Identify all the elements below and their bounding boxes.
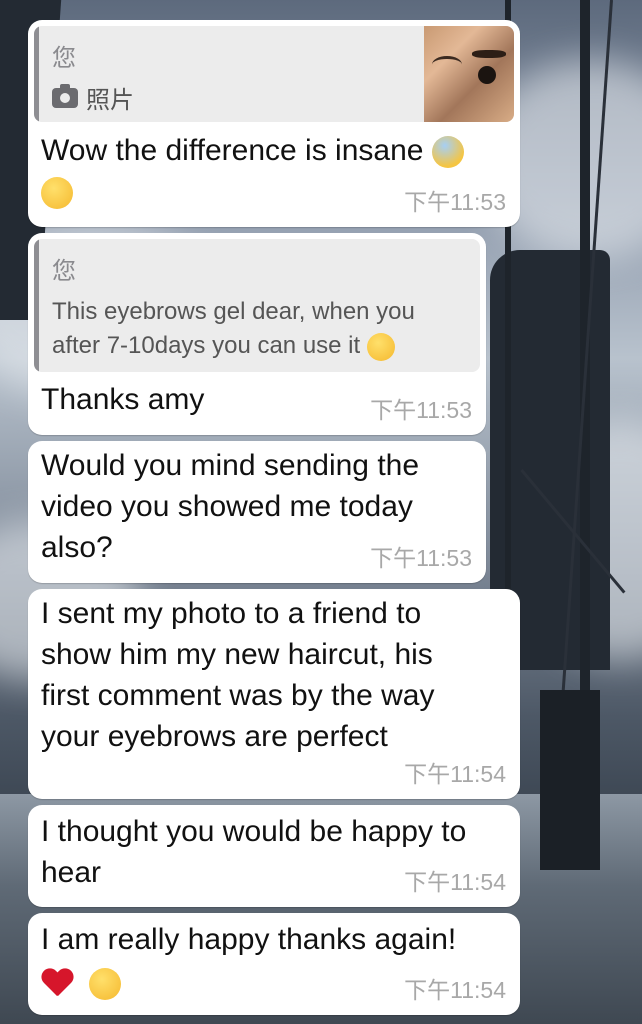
quote-author: 您 xyxy=(52,258,76,285)
heart-eyes-emoji xyxy=(41,177,73,210)
message-text: I sent my photo to a friend to show him … xyxy=(41,597,435,753)
message-bubble[interactable]: Would you mind sending the video you sho… xyxy=(28,441,486,583)
message-text: Thanks amy xyxy=(41,383,205,416)
quote-text: This eyebrows gel dear, when you after 7… xyxy=(52,298,415,361)
photo-label-text: 照片 xyxy=(86,87,134,114)
photo-thumbnail[interactable] xyxy=(424,26,514,122)
message-timestamp: 下午11:54 xyxy=(404,761,506,787)
message-bubble[interactable]: 您 照片 Wow the difference is insane 下午11:5… xyxy=(28,20,520,227)
message-timestamp: 下午11:53 xyxy=(370,397,472,423)
message-text: I thought you would be happy to hear xyxy=(41,815,467,889)
message-text: I am really happy thanks again! xyxy=(41,919,456,1003)
quote-author: 您 xyxy=(52,45,76,72)
message-timestamp: 下午11:53 xyxy=(404,189,506,215)
red-heart-emoji xyxy=(41,969,73,999)
message-bubble[interactable]: I am really happy thanks again! 下午11:54 xyxy=(28,913,520,1015)
chat-thread[interactable]: 您 照片 Wow the difference is insane 下午11:5… xyxy=(0,0,642,1024)
hugging-face-emoji xyxy=(366,332,395,361)
quoted-message[interactable]: 您 照片 xyxy=(34,26,514,122)
message-timestamp: 下午11:54 xyxy=(404,869,506,895)
quote-bar xyxy=(34,239,39,372)
face-screaming-in-fear-emoji xyxy=(431,136,464,169)
message-text: Would you mind sending the video you sho… xyxy=(41,449,420,564)
message-timestamp: 下午11:54 xyxy=(404,977,506,1003)
quote-photo-label: 照片 xyxy=(52,80,134,115)
message-bubble[interactable]: 您 This eyebrows gel dear, when you after… xyxy=(28,233,486,435)
camera-icon xyxy=(52,83,78,108)
face-blowing-kiss-emoji xyxy=(89,968,122,1001)
quote-bar xyxy=(34,26,39,122)
message-bubble[interactable]: I sent my photo to a friend to show him … xyxy=(28,589,520,799)
message-bubble[interactable]: I thought you would be happy to hear 下午1… xyxy=(28,805,520,907)
message-timestamp: 下午11:53 xyxy=(370,545,472,571)
quoted-message[interactable]: 您 This eyebrows gel dear, when you after… xyxy=(34,239,480,372)
message-text: Wow the difference is insane xyxy=(41,130,464,171)
